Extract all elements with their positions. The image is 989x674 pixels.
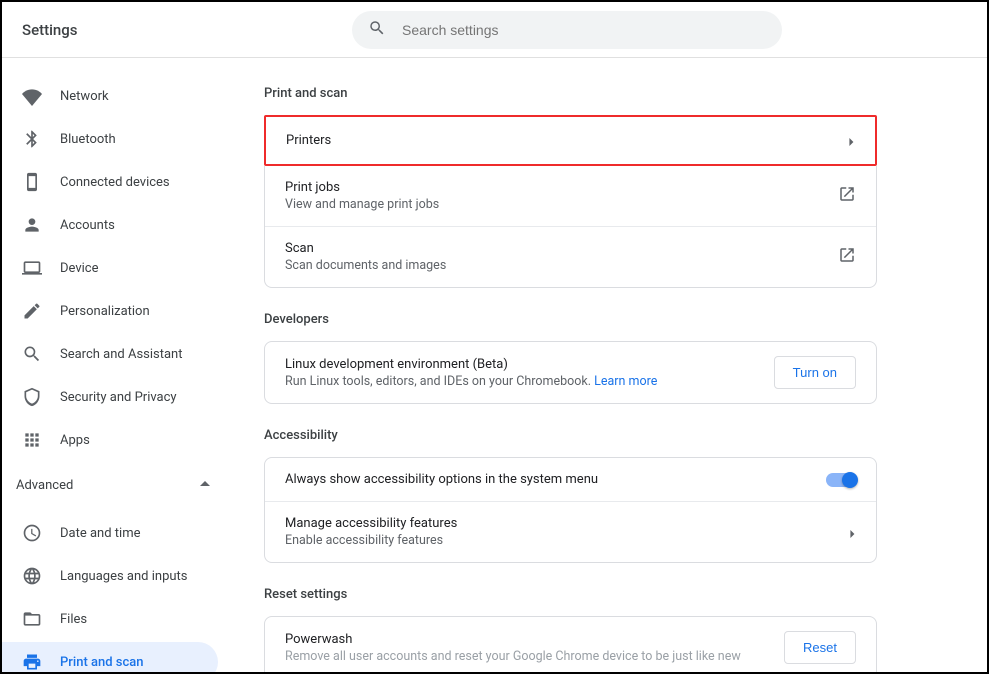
print-scan-card: Print jobs View and manage print jobs Sc… [264,166,877,288]
accessibility-card: Always show accessibility options in the… [264,457,877,563]
sidebar-item-network[interactable]: Network [2,76,234,116]
row-title: Scan [285,241,446,256]
sidebar-item-label: Files [60,612,87,627]
sidebar-item-personalization[interactable]: Personalization [2,291,234,331]
sidebar-item-print-scan[interactable]: Print and scan [2,642,218,672]
sidebar-item-label: Print and scan [60,655,144,670]
section-title-developers: Developers [264,312,877,327]
sidebar-item-connected-devices[interactable]: Connected devices [2,162,234,202]
search-nav-icon [22,344,42,364]
open-external-icon [838,246,856,268]
row-manage-a11y[interactable]: Manage accessibility features Enable acc… [265,502,876,562]
row-scan[interactable]: Scan Scan documents and images [265,227,876,287]
reset-card: Powerwash Remove all user accounts and r… [264,616,877,672]
row-title: Powerwash [285,632,741,647]
printers-highlight: Printers [264,115,877,166]
sidebar-item-date-time[interactable]: Date and time [2,513,234,553]
developers-card: Linux development environment (Beta) Run… [264,341,877,404]
row-subtitle: Remove all user accounts and reset your … [285,649,741,664]
sidebar-item-label: Apps [60,433,90,448]
arrow-right-icon [847,131,855,150]
sidebar-item-label: Connected devices [60,175,170,190]
bluetooth-icon [22,129,42,149]
row-subtitle: Run Linux tools, editors, and IDEs on yo… [285,374,657,389]
sidebar-item-apps[interactable]: Apps [2,420,234,460]
search-input[interactable] [402,22,766,38]
toggle-on[interactable] [826,473,856,487]
sidebar-item-label: Bluetooth [60,132,116,147]
reset-button[interactable]: Reset [784,631,856,664]
learn-more-link[interactable]: Learn more [594,374,657,389]
row-subtitle: Enable accessibility features [285,533,457,548]
sidebar-item-bluetooth[interactable]: Bluetooth [2,119,234,159]
edit-icon [22,301,42,321]
arrow-right-icon [848,523,856,542]
wifi-icon [22,86,42,106]
row-print-jobs[interactable]: Print jobs View and manage print jobs [265,166,876,227]
main-content: Print and scan Printers Print jobs View … [234,58,987,672]
shield-icon [22,387,42,407]
row-title: Printers [286,133,331,148]
row-always-show-a11y[interactable]: Always show accessibility options in the… [265,458,876,502]
row-subtitle: View and manage print jobs [285,197,439,212]
open-external-icon [838,185,856,207]
search-icon [368,19,402,41]
sidebar-advanced-label: Advanced [16,478,73,493]
row-title: Manage accessibility features [285,516,457,531]
turn-on-button[interactable]: Turn on [774,356,856,389]
sidebar-item-label: Search and Assistant [60,347,183,362]
chevron-up-icon [200,478,210,493]
sidebar-item-label: Network [60,89,109,104]
laptop-icon [22,258,42,278]
globe-icon [22,566,42,586]
section-title-accessibility: Accessibility [264,428,877,443]
sidebar-item-label: Accounts [60,218,115,233]
person-icon [22,215,42,235]
sidebar-item-languages[interactable]: Languages and inputs [2,556,234,596]
sidebar-item-accounts[interactable]: Accounts [2,205,234,245]
sidebar-item-files[interactable]: Files [2,599,234,639]
header: Settings [2,2,987,58]
section-title-reset: Reset settings [264,587,877,602]
sidebar-item-label: Security and Privacy [60,390,177,405]
folder-icon [22,609,42,629]
sidebar-item-security[interactable]: Security and Privacy [2,377,234,417]
row-title: Print jobs [285,180,439,195]
sidebar: Network Bluetooth Connected devices Acco… [2,58,234,672]
sidebar-item-label: Languages and inputs [60,569,188,584]
sidebar-item-label: Device [60,261,99,276]
search-box[interactable] [352,11,782,49]
row-subtitle: Scan documents and images [285,258,446,273]
phone-icon [22,172,42,192]
sidebar-advanced-toggle[interactable]: Advanced [2,463,234,507]
section-title-print-scan: Print and scan [264,86,877,101]
clock-icon [22,523,42,543]
page-title: Settings [22,21,352,39]
row-powerwash: Powerwash Remove all user accounts and r… [265,617,876,672]
sidebar-item-device[interactable]: Device [2,248,234,288]
row-title: Linux development environment (Beta) [285,357,657,372]
print-icon [22,652,42,672]
sidebar-item-label: Date and time [60,526,141,541]
row-linux: Linux development environment (Beta) Run… [265,342,876,403]
sidebar-item-search-assistant[interactable]: Search and Assistant [2,334,234,374]
row-title: Always show accessibility options in the… [285,472,598,487]
apps-icon [22,430,42,450]
sidebar-item-label: Personalization [60,304,150,319]
row-printers[interactable]: Printers [266,117,875,164]
